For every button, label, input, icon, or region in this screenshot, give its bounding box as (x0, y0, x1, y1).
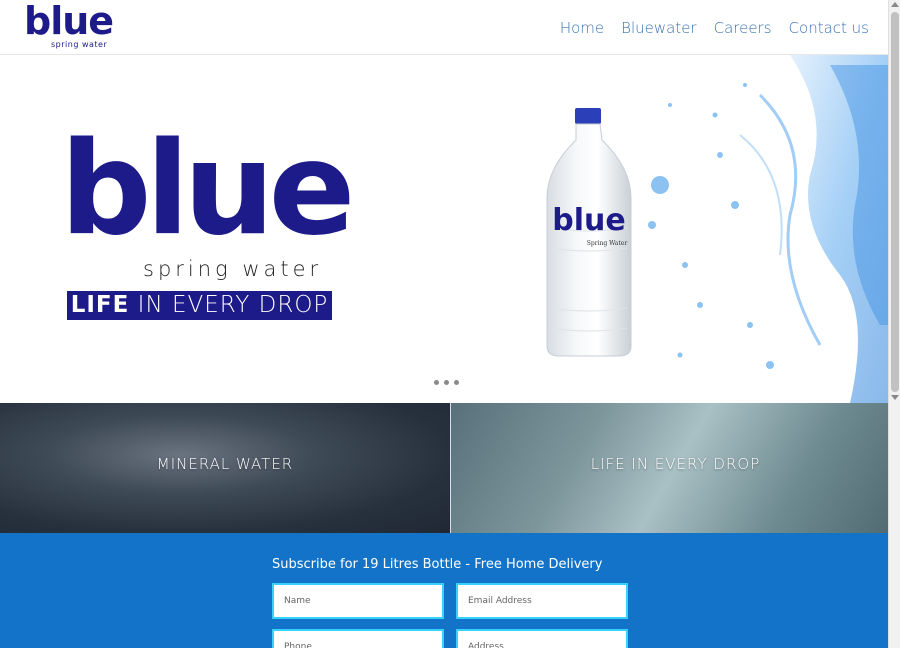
hero-tagline-rest: IN EVERY DROP (129, 292, 329, 318)
slider-pagination (434, 380, 459, 385)
slider-dot[interactable] (444, 380, 449, 385)
scroll-up-arrow-icon[interactable] (891, 2, 899, 7)
scrollbar-thumb[interactable] (891, 12, 899, 392)
scroll-down-arrow-icon[interactable] (891, 395, 899, 400)
subscribe-title: Subscribe for 19 Litres Bottle - Free Ho… (272, 557, 603, 572)
brand-logo[interactable]: blue spring water (24, 0, 124, 53)
tile-life-in-every-drop[interactable]: LIFE IN EVERY DROP (450, 403, 900, 533)
feature-tiles: MINERAL WATER LIFE IN EVERY DROP (0, 403, 900, 533)
tile-mineral-water[interactable]: MINERAL WATER (0, 403, 450, 533)
email-field[interactable] (456, 583, 628, 619)
nav-item-contact[interactable]: Contact us (789, 16, 869, 40)
water-splash-image (648, 55, 888, 403)
hero-tagline-bold: LIFE (70, 292, 130, 318)
slider-dot[interactable] (454, 380, 459, 385)
nav-item-bluewater[interactable]: Bluewater (621, 16, 696, 40)
main-nav: Home Bluewater Careers Contact us (543, 16, 869, 40)
name-field[interactable] (272, 583, 444, 619)
nav-item-home[interactable]: Home (560, 16, 604, 40)
nav-item-careers[interactable]: Careers (714, 16, 772, 40)
bottle-label: blue (552, 203, 625, 238)
logo-subtitle: spring water (51, 40, 108, 49)
logo-wordmark: blue (24, 0, 114, 43)
phone-field[interactable] (272, 629, 444, 648)
tile-label: MINERAL WATER (156, 455, 294, 473)
water-bottle-image: blue Spring Water (546, 108, 632, 357)
hero-brand-sub: spring water (143, 257, 323, 281)
hero-tagline: LIFE IN EVERY DROP (67, 291, 332, 320)
address-field[interactable] (456, 629, 628, 648)
subscribe-section: Subscribe for 19 Litres Bottle - Free Ho… (0, 533, 900, 648)
slider-dot[interactable] (434, 380, 439, 385)
page-scrollbar[interactable] (888, 0, 900, 648)
hero-brand-word: blue (60, 115, 355, 264)
site-header: blue spring water Home Bluewater Careers… (0, 0, 888, 55)
tile-label: LIFE IN EVERY DROP (590, 455, 761, 473)
bottle-label-sub: Spring Water (587, 240, 628, 247)
hero-slider: blue spring water LIFE IN EVERY DROP blu… (0, 55, 888, 403)
